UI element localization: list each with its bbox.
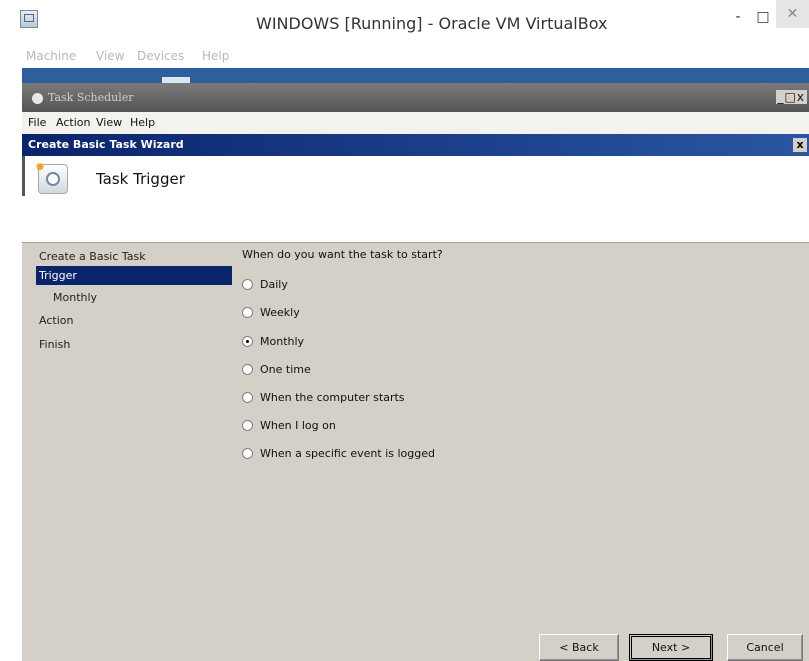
guest-taskbar-strip xyxy=(22,68,809,83)
trigger-question: When do you want the task to start? xyxy=(242,248,443,261)
wizard-step-nav: Create a Basic Task Trigger Monthly Acti… xyxy=(36,243,232,661)
virtualbox-vm-icon[interactable] xyxy=(20,10,38,28)
task-clock-icon: ✸ xyxy=(35,160,68,194)
close-icon[interactable]: ✕ xyxy=(776,0,809,28)
guest-screen: Task Scheduler _□x File Action View Help… xyxy=(22,83,809,661)
radio-label[interactable]: Daily xyxy=(260,278,288,291)
radio-label[interactable]: Monthly xyxy=(260,335,304,348)
nav-step-create-basic-task[interactable]: Create a Basic Task xyxy=(36,247,232,266)
radio-button[interactable] xyxy=(242,307,253,318)
maximize-icon[interactable]: □ xyxy=(754,8,772,26)
radio-label[interactable]: Weekly xyxy=(260,306,300,319)
wizard-page-title: Task Trigger xyxy=(96,170,185,188)
radio-label[interactable]: When a specific event is logged xyxy=(260,447,435,460)
host-window-title: WINDOWS [Running] - Oracle VM VirtualBox xyxy=(256,14,608,33)
task-scheduler-title-bar: Task Scheduler _□x xyxy=(22,83,809,112)
task-scheduler-menubar: File Action View Help xyxy=(22,112,809,134)
cancel-button[interactable]: Cancel xyxy=(727,634,803,661)
close-icon[interactable]: x xyxy=(793,138,807,152)
header-edge xyxy=(22,156,25,196)
radio-label[interactable]: One time xyxy=(260,363,311,376)
host-menu-devices[interactable]: Devices xyxy=(137,49,184,63)
host-title-bar: WINDOWS [Running] - Oracle VM VirtualBox… xyxy=(0,0,809,44)
wizard-title-bar: Create Basic Task Wizard x xyxy=(22,134,809,156)
radio-button[interactable] xyxy=(242,448,253,459)
window-controls-icon[interactable]: _□x xyxy=(775,90,807,104)
radio-button[interactable] xyxy=(242,392,253,403)
wizard-footer: < Back Next > Cancel xyxy=(22,628,809,661)
wizard-content: When do you want the task to start? Dail… xyxy=(242,243,802,603)
menu-file[interactable]: File xyxy=(28,116,46,129)
nav-step-finish[interactable]: Finish xyxy=(36,335,232,354)
host-menu-help[interactable]: Help xyxy=(202,49,229,63)
next-button[interactable]: Next > xyxy=(629,634,713,661)
radio-button[interactable] xyxy=(242,279,253,290)
radio-label[interactable]: When the computer starts xyxy=(260,391,405,404)
nav-step-monthly[interactable]: Monthly xyxy=(36,288,232,307)
task-scheduler-title: Task Scheduler xyxy=(48,91,134,104)
host-menubar: Machine View Devices Help xyxy=(22,44,809,68)
minimize-icon[interactable]: - xyxy=(729,8,747,26)
radio-label[interactable]: When I log on xyxy=(260,419,336,432)
task-scheduler-icon xyxy=(32,93,43,104)
back-button[interactable]: < Back xyxy=(539,634,619,661)
menu-action[interactable]: Action xyxy=(56,116,90,129)
wizard-title: Create Basic Task Wizard xyxy=(28,138,184,151)
host-menu-view[interactable]: View xyxy=(96,49,124,63)
host-menu-machine[interactable]: Machine xyxy=(26,49,76,63)
nav-step-trigger[interactable]: Trigger xyxy=(36,266,232,285)
radio-button-selected[interactable] xyxy=(242,336,253,347)
radio-button[interactable] xyxy=(242,364,253,375)
nav-step-action[interactable]: Action xyxy=(36,311,232,330)
menu-view[interactable]: View xyxy=(96,116,122,129)
menu-help[interactable]: Help xyxy=(130,116,155,129)
wizard-header: ✸ Task Trigger xyxy=(22,156,809,243)
radio-button[interactable] xyxy=(242,420,253,431)
